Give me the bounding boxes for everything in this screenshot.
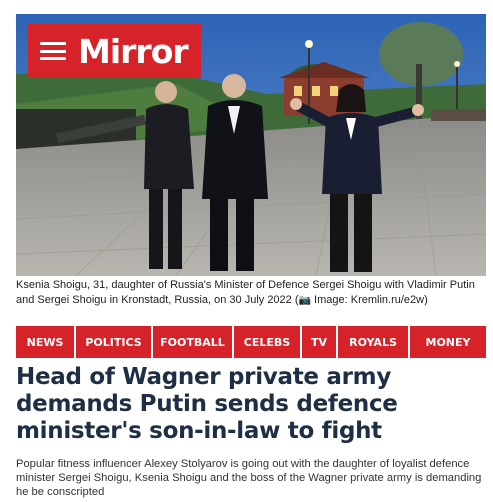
nav-football[interactable]: FOOTBALL [153, 326, 232, 358]
photo-credit: Image: Kremlin.ru/e2w) [314, 294, 428, 306]
nav-politics[interactable]: POLITICS [76, 326, 151, 358]
article-headline[interactable]: Head of Wagner private army demands Puti… [16, 364, 486, 445]
logo-text: Mirror [78, 31, 189, 71]
nav-royals[interactable]: ROYALS [338, 326, 408, 358]
article-standfirst: Popular fitness influencer Alexey Stolya… [16, 458, 482, 498]
hero-photo[interactable]: Mirror [16, 14, 486, 276]
hamburger-menu-icon[interactable] [40, 42, 66, 60]
nav-celebs[interactable]: CELEBS [234, 326, 300, 358]
camera-icon: 📷 [298, 295, 311, 306]
mirror-logo[interactable]: Mirror [28, 24, 201, 78]
nav-news[interactable]: NEWS [16, 326, 74, 358]
article-card: Mirror Ksenia Shoigu, 31, daughter of Ru… [16, 14, 486, 502]
nav-money[interactable]: MONEY [410, 326, 486, 358]
photo-caption: Ksenia Shoigu, 31, daughter of Russia's … [16, 279, 475, 306]
section-nav: NEWS POLITICS FOOTBALL CELEBS TV ROYALS … [16, 326, 486, 358]
nav-tv[interactable]: TV [302, 326, 336, 358]
